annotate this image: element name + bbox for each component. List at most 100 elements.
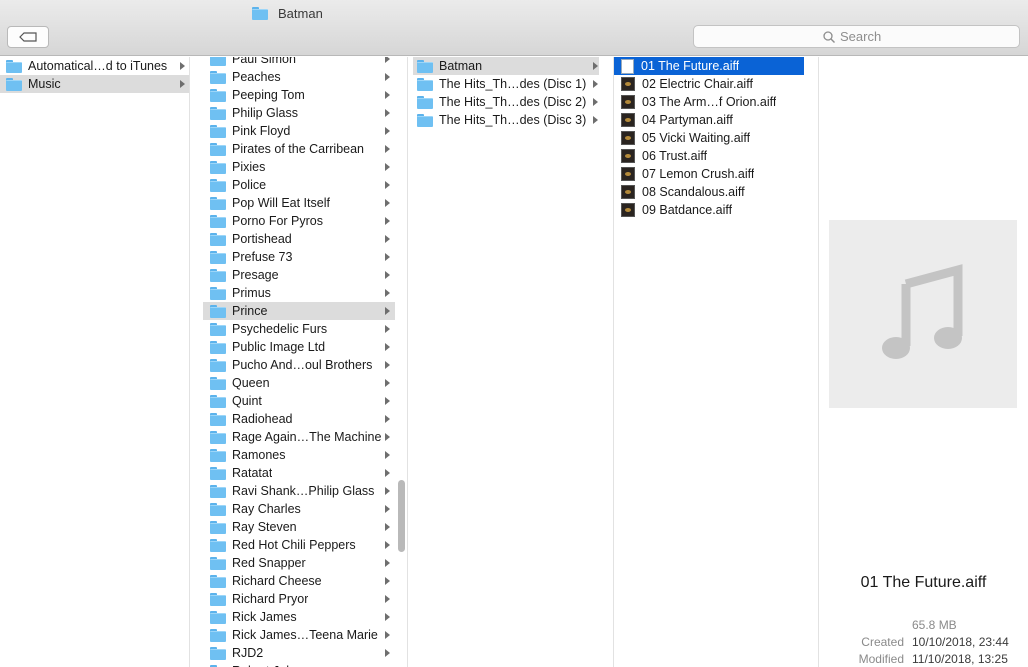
folder-icon	[210, 485, 226, 498]
scrollbar[interactable]	[398, 480, 405, 552]
list-item-label: Portishead	[232, 232, 292, 246]
column-tracks[interactable]: 01 The Future.aiff 02 Electric Chair.aiff…	[614, 57, 819, 667]
list-item-label: Music	[28, 77, 61, 91]
list-item-label: Police	[232, 178, 267, 192]
aiff-file-icon	[621, 77, 635, 91]
list-item[interactable]: Primus	[203, 284, 395, 302]
list-item[interactable]: RJD2	[203, 644, 395, 662]
list-item[interactable]: Ratatat	[203, 464, 395, 482]
list-item[interactable]: 08 Scandalous.aiff	[614, 183, 804, 201]
list-item[interactable]: Pink Floyd	[203, 122, 395, 140]
folder-icon	[210, 215, 226, 228]
list-item[interactable]: Automatical…d to iTunes	[0, 57, 189, 75]
list-item[interactable]: Rick James…Teena Marie	[203, 626, 395, 644]
list-item-label: Quint	[232, 394, 262, 408]
chevron-right-icon	[385, 487, 390, 495]
list-item[interactable]: Robert Johnson	[203, 662, 395, 667]
chevron-right-icon	[593, 116, 598, 124]
folder-icon	[417, 96, 433, 109]
folder-icon	[210, 647, 226, 660]
list-item-label: 04 Partyman.aiff	[642, 113, 733, 127]
list-item[interactable]: Ray Steven	[203, 518, 395, 536]
list-item[interactable]: Richard Cheese	[203, 572, 395, 590]
list-item[interactable]: Rick James	[203, 608, 395, 626]
chevron-right-icon	[385, 415, 390, 423]
list-item[interactable]: 06 Trust.aiff	[614, 147, 804, 165]
list-item-label: Ravi Shank…Philip Glass	[232, 484, 375, 498]
list-item[interactable]: 09 Batdance.aiff	[614, 201, 804, 219]
list-item[interactable]: Ray Charles	[203, 500, 395, 518]
chevron-right-icon	[593, 62, 598, 70]
list-item[interactable]: The Hits_Th…des (Disc 3)	[413, 111, 599, 129]
chevron-right-icon	[385, 217, 390, 225]
chevron-right-icon	[385, 631, 390, 639]
back-arrow-icon	[19, 32, 37, 42]
list-item[interactable]: The Hits_Th…des (Disc 1)	[413, 75, 599, 93]
list-item[interactable]: 02 Electric Chair.aiff	[614, 75, 804, 93]
list-item[interactable]: Psychedelic Furs	[203, 320, 395, 338]
folder-icon	[210, 593, 226, 606]
list-item[interactable]: Peeping Tom	[203, 86, 395, 104]
list-item[interactable]: Red Hot Chili Peppers	[203, 536, 395, 554]
list-item[interactable]: 07 Lemon Crush.aiff	[614, 165, 804, 183]
chevron-right-icon	[385, 307, 390, 315]
list-item[interactable]: Ramones	[203, 446, 395, 464]
window-title-text: Batman	[278, 5, 323, 21]
list-item[interactable]: Rage Again…The Machine	[203, 428, 395, 446]
list-item-label: Batman	[439, 59, 483, 73]
chevron-right-icon	[385, 433, 390, 441]
list-item[interactable]: Paul Simon	[203, 57, 395, 68]
list-item[interactable]: 04 Partyman.aiff	[614, 111, 804, 129]
list-item-label: The Hits_Th…des (Disc 2)	[439, 95, 587, 109]
list-item[interactable]: 05 Vicki Waiting.aiff	[614, 129, 804, 147]
list-item[interactable]: Music	[0, 75, 189, 93]
column-locations[interactable]: Automatical…d to iTunes Music	[0, 57, 190, 667]
preview-pane: 01 The Future.aiff 65.8 MB Created 10/10…	[819, 57, 1028, 667]
list-item[interactable]: Quint	[203, 392, 395, 410]
window-title: Batman	[252, 4, 323, 22]
list-item[interactable]: Prince	[203, 302, 395, 320]
list-item[interactable]: Police	[203, 176, 395, 194]
list-item[interactable]: Ravi Shank…Philip Glass	[203, 482, 395, 500]
list-item[interactable]: Red Snapper	[203, 554, 395, 572]
list-item[interactable]: Batman	[413, 57, 599, 75]
folder-icon	[210, 431, 226, 444]
list-item[interactable]: Pixies	[203, 158, 395, 176]
list-item[interactable]: Public Image Ltd	[203, 338, 395, 356]
list-item[interactable]: 01 The Future.aiff	[614, 57, 804, 75]
modified-value: 11/10/2018, 13:25	[912, 652, 1008, 666]
folder-icon	[210, 305, 226, 318]
list-item[interactable]: Philip Glass	[203, 104, 395, 122]
list-item[interactable]: Prefuse 73	[203, 248, 395, 266]
list-item[interactable]: Peaches	[203, 68, 395, 86]
list-item-label: 01 The Future.aiff	[641, 59, 740, 73]
list-item[interactable]: Radiohead	[203, 410, 395, 428]
folder-icon	[417, 78, 433, 91]
search-input[interactable]	[840, 29, 890, 44]
list-item[interactable]: Porno For Pyros	[203, 212, 395, 230]
list-item[interactable]: Portishead	[203, 230, 395, 248]
list-item[interactable]: Presage	[203, 266, 395, 284]
list-item[interactable]: Pucho And…oul Brothers	[203, 356, 395, 374]
created-label: Created	[861, 635, 904, 649]
folder-icon	[210, 503, 226, 516]
list-item-label: 05 Vicki Waiting.aiff	[642, 131, 751, 145]
list-item-label: Pucho And…oul Brothers	[232, 358, 373, 372]
list-item[interactable]: The Hits_Th…des (Disc 2)	[413, 93, 599, 111]
list-item[interactable]: Richard Pryor	[203, 590, 395, 608]
chevron-right-icon	[385, 271, 390, 279]
list-item[interactable]: 03 The Arm…f Orion.aiff	[614, 93, 804, 111]
list-item[interactable]: Queen	[203, 374, 395, 392]
search-field[interactable]	[693, 25, 1020, 48]
list-item[interactable]: Pirates of the Carribean	[203, 140, 395, 158]
list-item[interactable]: Pop Will Eat Itself	[203, 194, 395, 212]
aiff-file-icon	[621, 95, 635, 109]
list-item-label: Peeping Tom	[232, 88, 305, 102]
column-albums[interactable]: Batman The Hits_Th…des (Disc 1) The Hits_T…	[409, 57, 614, 667]
list-item-label: Public Image Ltd	[232, 340, 326, 354]
column-artists[interactable]: Paul Simon Peaches Peeping Tom Philip Glass…	[191, 57, 408, 667]
aiff-file-icon	[621, 203, 635, 217]
chevron-right-icon	[385, 541, 390, 549]
preview-size: 65.8 MB	[912, 618, 957, 632]
back-button[interactable]	[7, 26, 49, 48]
